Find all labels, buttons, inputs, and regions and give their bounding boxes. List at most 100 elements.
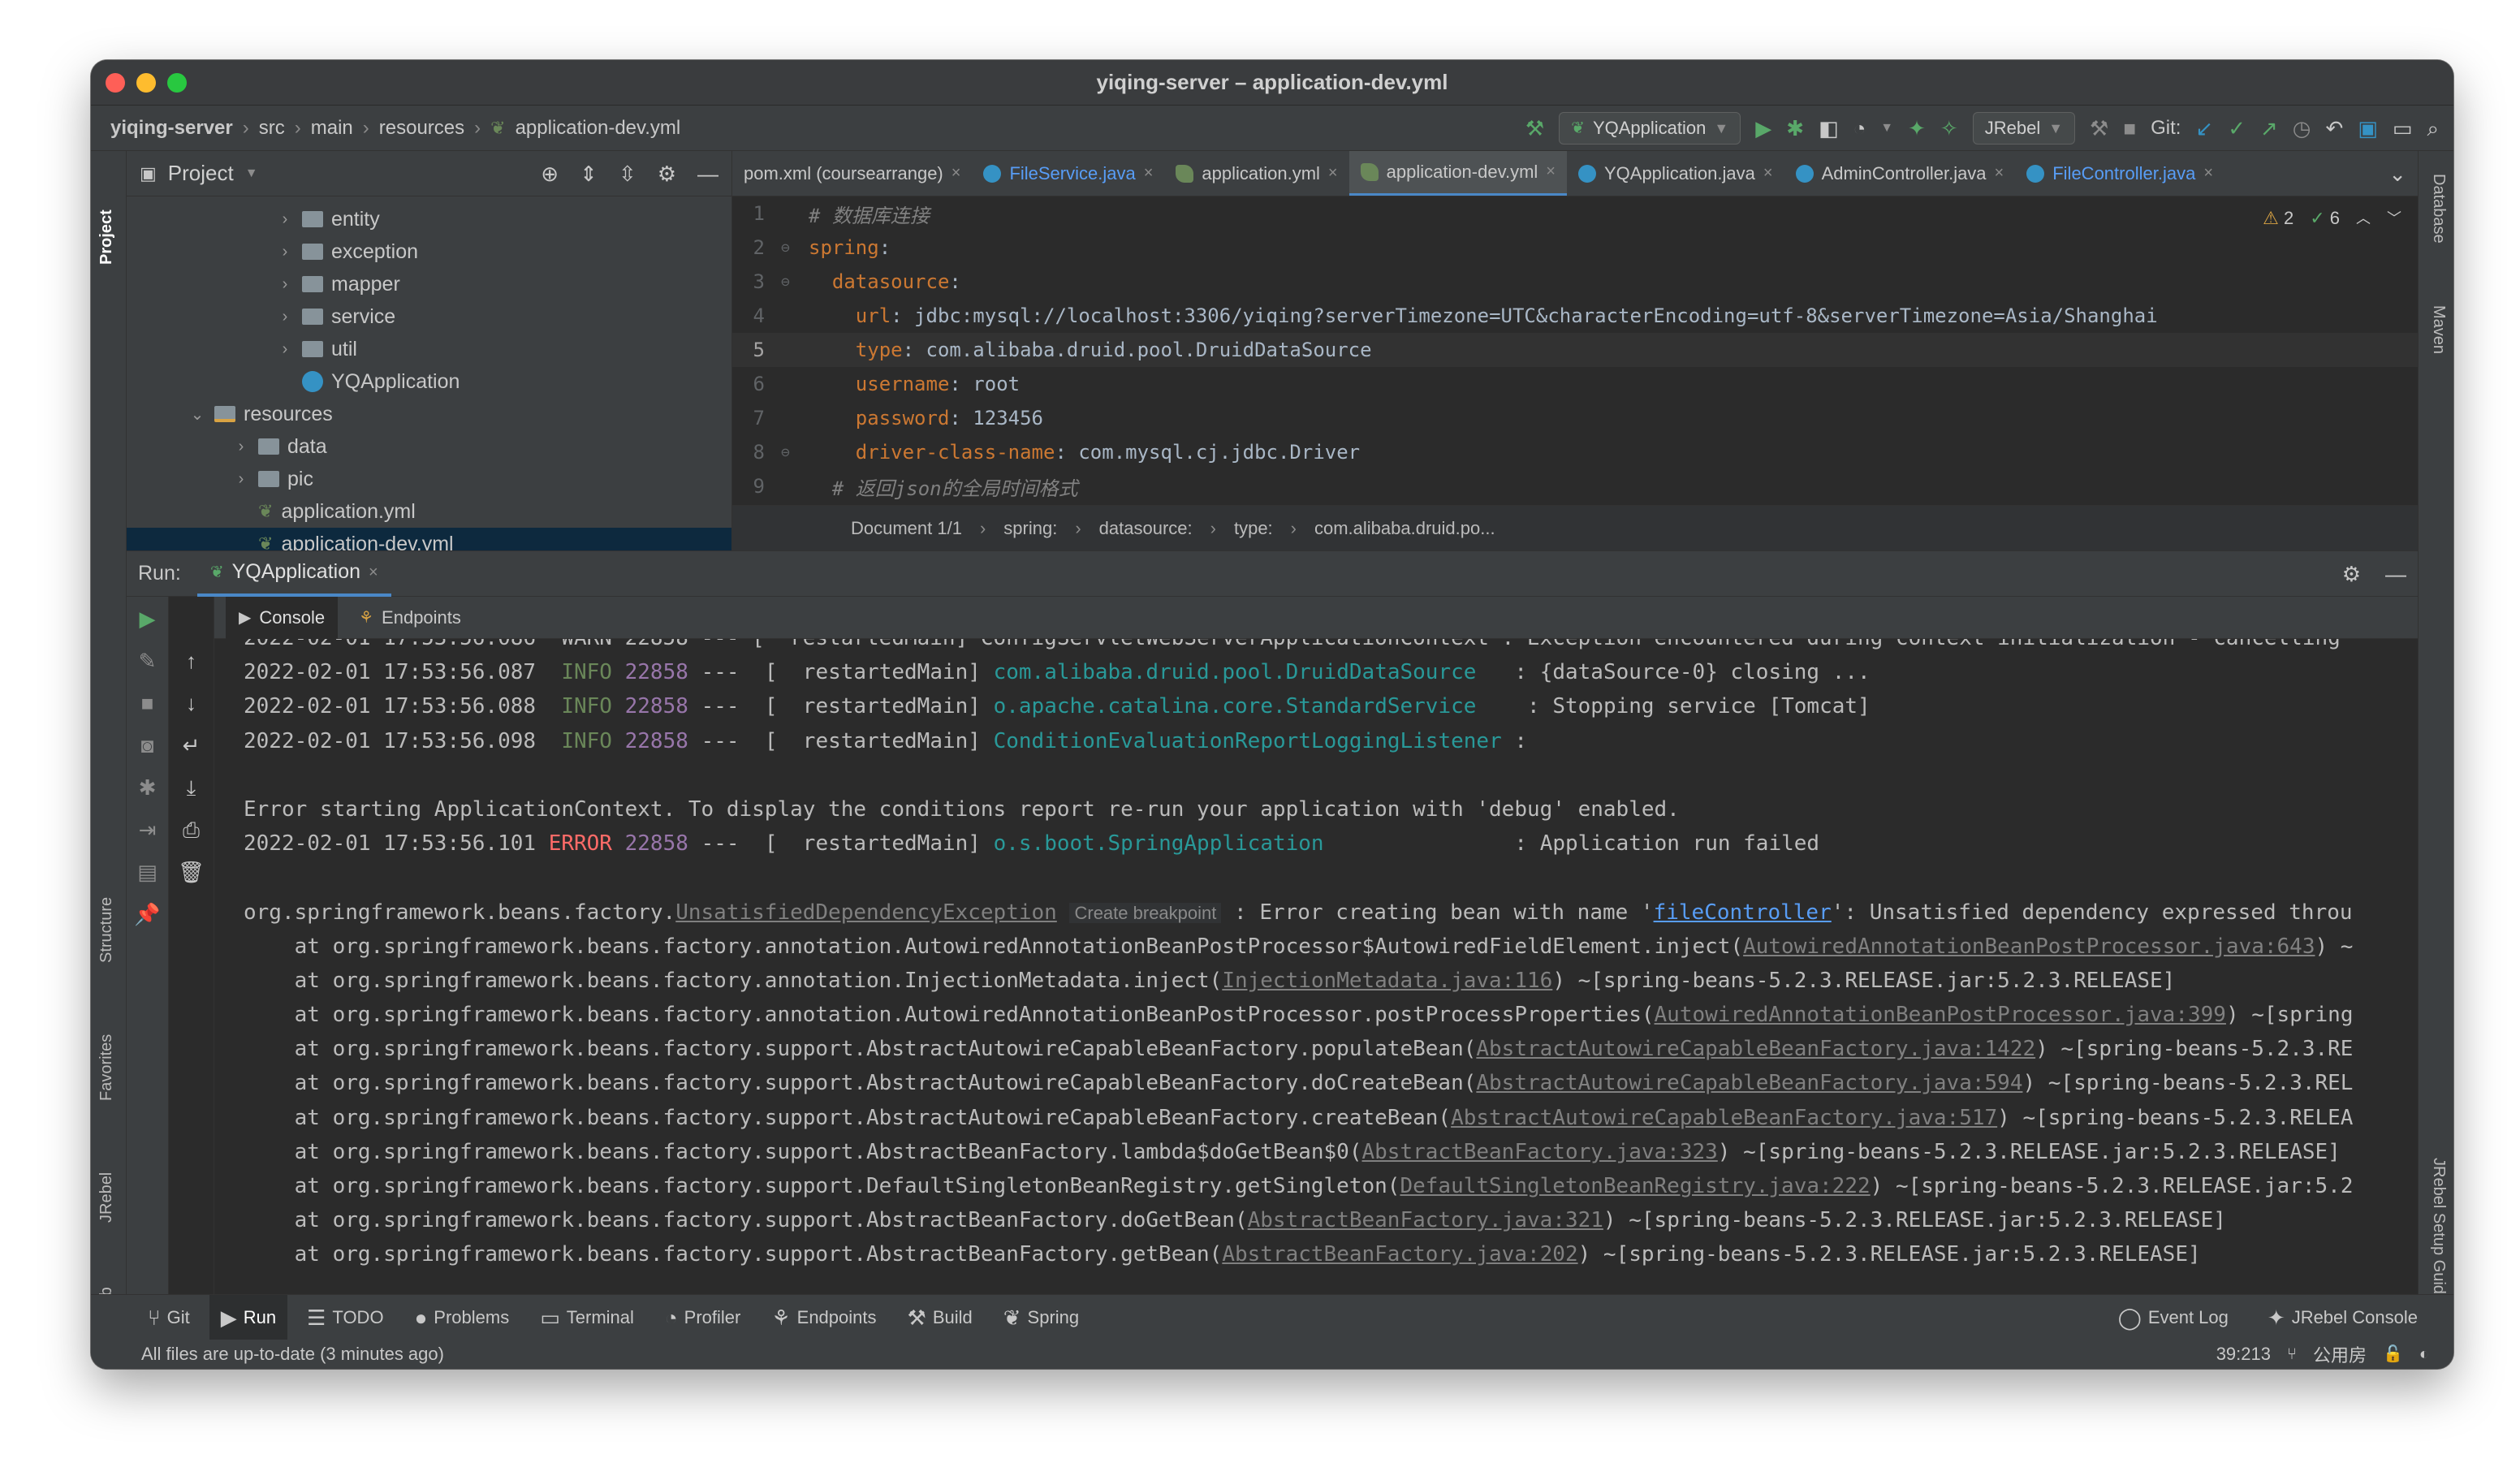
tab-list-chevron-icon[interactable]: ⌄: [2388, 163, 2418, 184]
arrow-down-icon[interactable]: ↓: [186, 693, 196, 714]
git-commit-icon[interactable]: ✓: [2228, 118, 2246, 139]
tree-item[interactable]: › service: [127, 300, 731, 333]
stack-frame-link[interactable]: InjectionMetadata.java:116: [1222, 969, 1552, 993]
exit-icon[interactable]: ⇥: [139, 819, 157, 840]
editor-tab[interactable]: pom.xml (coursearrange) ×: [732, 151, 972, 196]
jrebel-setup-tool-tab[interactable]: JRebel Setup Guide: [2429, 1158, 2448, 1303]
scroll-to-end-icon[interactable]: ⤓: [187, 777, 196, 798]
stop-icon[interactable]: ■: [141, 693, 154, 714]
tool-window-button-jrebel-console[interactable]: ✦ JRebel Console: [2256, 1295, 2429, 1340]
more-run-options-icon[interactable]: ▼: [1880, 121, 1893, 135]
tree-item[interactable]: › entity: [127, 203, 731, 235]
crumb-file[interactable]: application-dev.yml: [516, 117, 681, 140]
tool-window-button-problems[interactable]: ● Problems: [403, 1295, 521, 1340]
stop-icon[interactable]: ■: [2123, 118, 2136, 139]
tool-window-button-build[interactable]: ⚒ Build: [896, 1295, 984, 1340]
editor-tab[interactable]: application-dev.yml ×: [1348, 151, 1567, 196]
tree-item[interactable]: ⌄ resources: [127, 398, 731, 430]
git-history-icon[interactable]: ◷: [2293, 118, 2311, 139]
inspection-widget[interactable]: ⚠ 2 ✓ 6 ︿ ﹀: [2263, 208, 2401, 229]
run-tab-yqapplication[interactable]: ❦ YQApplication ×: [196, 551, 391, 597]
breadcrumb-item[interactable]: spring:: [1003, 518, 1057, 539]
stack-frame-link[interactable]: AutowiredAnnotationBeanPostProcessor.jav…: [1655, 1003, 2226, 1027]
gear-icon[interactable]: ⚙: [2342, 563, 2361, 585]
breadcrumb-item[interactable]: Document 1/1: [851, 518, 962, 539]
chevron-down-icon[interactable]: ⌄: [187, 404, 208, 425]
chevron-up-icon[interactable]: ︿: [2356, 211, 2371, 226]
debug-bug-icon[interactable]: ✱: [1786, 118, 1804, 139]
close-window-button[interactable]: [106, 73, 125, 93]
tree-item[interactable]: ❦ application.yml: [127, 495, 731, 528]
hide-panel-icon[interactable]: —: [697, 163, 718, 184]
breadcrumb-item[interactable]: com.alibaba.druid.po...: [1314, 518, 1495, 539]
close-icon[interactable]: ×: [1546, 162, 1556, 181]
caret-position[interactable]: 39:213: [2216, 1344, 2271, 1365]
trash-icon[interactable]: 🗑: [178, 861, 205, 883]
camera-icon[interactable]: ◙: [141, 735, 154, 756]
git-update-icon[interactable]: ↙: [2195, 118, 2213, 139]
close-icon[interactable]: ×: [369, 564, 378, 580]
jrebel-select[interactable]: JRebel ▼: [1972, 111, 2076, 145]
tool-window-button-event-log[interactable]: ◯ Event Log: [2107, 1295, 2240, 1340]
hide-panel-icon[interactable]: —: [2385, 563, 2406, 585]
favorites-tool-tab[interactable]: Favorites: [97, 1034, 116, 1101]
wrench-icon[interactable]: ✎: [139, 650, 157, 671]
code-view[interactable]: 1 # 数据库连接 2 ⊖ spring:3 ⊖ datasource:4 url: jd…: [732, 196, 2418, 505]
tool-window-button-endpoints[interactable]: ⚘ Endpoints: [760, 1295, 887, 1340]
lock-icon[interactable]: 🔓: [2383, 1346, 2403, 1362]
stack-frame-link[interactable]: AbstractAutowireCapableBeanFactory.java:…: [1476, 1071, 2022, 1095]
stack-frame-link[interactable]: AbstractBeanFactory.java:202: [1222, 1242, 1577, 1267]
exception-link[interactable]: UnsatisfiedDependencyException: [675, 900, 1057, 925]
project-panel-title[interactable]: Project: [168, 161, 234, 186]
stack-frame-link[interactable]: AbstractBeanFactory.java:323: [1362, 1140, 1718, 1164]
search-icon[interactable]: ⌕: [2427, 118, 2439, 139]
database-tool-tab[interactable]: Database: [2429, 174, 2448, 244]
close-icon[interactable]: ×: [1763, 164, 1773, 183]
chevron-right-icon[interactable]: ›: [231, 470, 252, 489]
zoom-window-button[interactable]: [167, 73, 187, 93]
breadcrumb-item[interactable]: datasource:: [1099, 518, 1193, 539]
chevron-right-icon[interactable]: ›: [274, 210, 296, 229]
project-structure-icon[interactable]: ▣: [2358, 118, 2378, 139]
tool-window-button-profiler[interactable]: ◔ Profiler: [654, 1295, 752, 1340]
stack-frame-link[interactable]: AbstractBeanFactory.java:321: [1248, 1208, 1603, 1232]
chevron-right-icon[interactable]: ›: [274, 340, 296, 359]
close-icon[interactable]: ×: [2203, 164, 2213, 183]
editor-tab[interactable]: FileService.java ×: [972, 151, 1164, 196]
breadcrumb-item[interactable]: type:: [1234, 518, 1273, 539]
tool-window-button-terminal[interactable]: ▭ Terminal: [529, 1295, 645, 1340]
stack-frame-link[interactable]: AutowiredAnnotationBeanPostProcessor.jav…: [1743, 934, 2315, 959]
minimize-window-button[interactable]: [136, 73, 156, 93]
stack-frame-link[interactable]: AbstractAutowireCapableBeanFactory.java:…: [1451, 1106, 1997, 1130]
soft-wrap-icon[interactable]: ↵: [183, 735, 201, 756]
git-push-icon[interactable]: ↗: [2260, 118, 2278, 139]
chevron-right-icon[interactable]: ›: [231, 438, 252, 456]
editor-tab[interactable]: application.yml ×: [1164, 151, 1348, 196]
tool-window-button-spring[interactable]: ❦ Spring: [992, 1295, 1090, 1340]
maven-tool-tab[interactable]: Maven: [2429, 305, 2448, 354]
jrebel-tool-tab[interactable]: JRebel: [97, 1172, 116, 1223]
editor-tab[interactable]: YQApplication.java ×: [1567, 151, 1784, 196]
locate-file-icon[interactable]: ⊕: [541, 163, 559, 184]
editor-tab[interactable]: FileController.java ×: [2015, 151, 2224, 196]
tool-window-button-todo[interactable]: ☰ TODO: [296, 1295, 395, 1340]
console-output[interactable]: 2022-02-01 17:53:56.086 WARN 22858 --- […: [214, 639, 2418, 1340]
close-icon[interactable]: ×: [1328, 164, 1338, 183]
close-icon[interactable]: ×: [951, 164, 961, 183]
crumb-resources[interactable]: resources: [379, 117, 464, 140]
profiler-icon[interactable]: ◔: [1853, 118, 1866, 139]
crumb-main[interactable]: main: [311, 117, 353, 140]
git-rollback-icon[interactable]: ↶: [2325, 118, 2343, 139]
close-icon[interactable]: ×: [1144, 164, 1154, 183]
editor-tab[interactable]: AdminController.java ×: [1784, 151, 2016, 196]
status-message[interactable]: All files are up-to-date (3 minutes ago): [141, 1344, 444, 1365]
stack-frame-link[interactable]: AbstractAutowireCapableBeanFactory.java:…: [1476, 1037, 2035, 1061]
run-configuration-select[interactable]: ❦ YQApplication ▼: [1559, 111, 1741, 145]
tree-item[interactable]: YQApplication: [127, 365, 731, 398]
rerun-icon[interactable]: ▶: [140, 608, 156, 629]
chevron-right-icon[interactable]: ›: [274, 308, 296, 326]
crumb-src[interactable]: src: [259, 117, 285, 140]
close-icon[interactable]: ×: [1995, 164, 2004, 183]
tool-window-button-run[interactable]: ▶ Run: [209, 1294, 288, 1340]
run-icon[interactable]: ▶: [1755, 118, 1771, 139]
